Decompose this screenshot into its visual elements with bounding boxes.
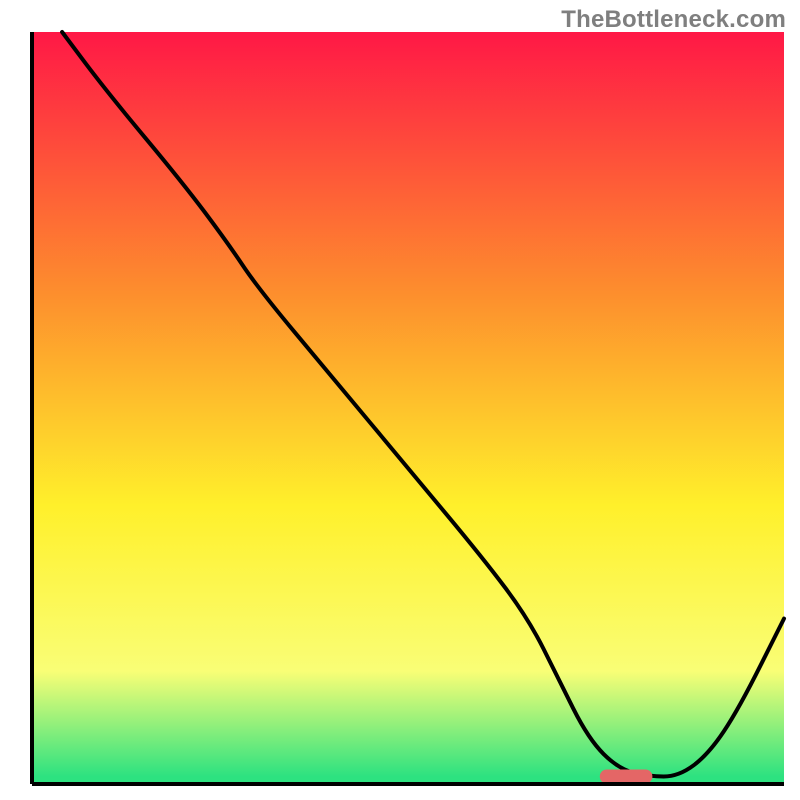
- plot-background: [32, 32, 784, 784]
- chart-container: TheBottleneck.com: [0, 0, 800, 800]
- optimal-marker: [600, 770, 653, 784]
- bottleneck-chart: [0, 0, 800, 800]
- plot-area: [32, 32, 784, 784]
- watermark-label: TheBottleneck.com: [561, 6, 786, 34]
